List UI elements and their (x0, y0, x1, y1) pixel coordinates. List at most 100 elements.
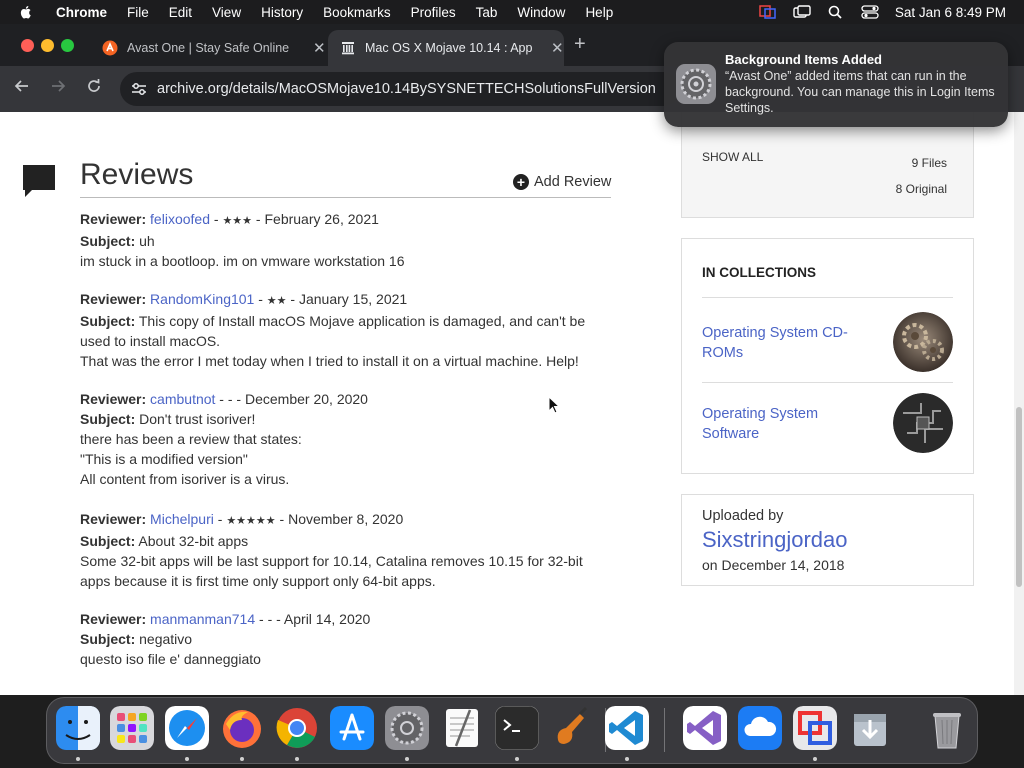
running-indicator (185, 757, 189, 761)
trash-icon[interactable] (925, 706, 969, 750)
tab-close-icon[interactable]: ✕ (551, 39, 564, 57)
terminal-icon[interactable] (495, 706, 539, 750)
menu-profiles[interactable]: Profiles (411, 5, 456, 20)
review-subject: Don't trust isoriver! (139, 411, 256, 427)
icloud-icon[interactable] (738, 706, 782, 750)
files-count: 9 Files (911, 156, 947, 170)
collections-panel: IN COLLECTIONS Operating System CD-ROMs … (681, 238, 974, 474)
subject-label: Subject: (80, 533, 136, 549)
files-original-count: 8 Original (895, 182, 947, 196)
screen-mirroring-icon[interactable] (793, 5, 811, 19)
collection-thumbnail-circuit[interactable] (893, 393, 953, 453)
parallels-status-icon[interactable] (759, 5, 777, 19)
forward-button[interactable] (50, 78, 66, 99)
scrollbar-thumb[interactable] (1016, 407, 1022, 587)
uploader-link[interactable]: Sixstringjordao (702, 527, 848, 553)
review-rating: - (267, 611, 273, 627)
menu-bar: Chrome File Edit View History Bookmarks … (0, 0, 1024, 24)
reload-icon (88, 79, 100, 92)
textedit-icon[interactable] (440, 706, 484, 750)
reviewer-link[interactable]: manmanman714 (150, 611, 255, 627)
menu-file[interactable]: File (127, 5, 149, 20)
parallels-icon[interactable] (793, 706, 837, 750)
finder-icon[interactable] (56, 706, 100, 750)
spotlight-search-icon[interactable] (827, 5, 845, 19)
avast-favicon-icon (102, 40, 118, 56)
review-subject: This copy of Install macOS Mojave applic… (80, 313, 586, 349)
review-body: questo iso file e' danneggiato (80, 651, 261, 667)
web-page: Reviews + Add Review Reviewer: felixoofe… (0, 112, 1014, 695)
reviewer-link[interactable]: cambutnot (150, 391, 215, 407)
reload-button[interactable] (86, 78, 102, 99)
review-body-line: "This is a modified version" (80, 451, 248, 467)
visual-studio-icon[interactable] (683, 706, 727, 750)
menu-edit[interactable]: Edit (169, 5, 192, 20)
menubar-clock[interactable]: Sat Jan 6 8:49 PM (895, 5, 1006, 20)
notification-body: “Avast One” added items that can run in … (725, 69, 995, 115)
menu-tab[interactable]: Tab (476, 5, 498, 20)
menu-help[interactable]: Help (585, 5, 613, 20)
download-files-panel: SHOW ALL 9 Files 8 Original (681, 112, 974, 218)
collections-heading: IN COLLECTIONS (702, 265, 816, 280)
firefox-icon[interactable] (220, 706, 264, 750)
forward-arrow-icon (52, 80, 66, 92)
background-items-notification[interactable]: Background Items Added “Avast One” added… (664, 42, 1008, 127)
add-review-label: Add Review (534, 174, 612, 190)
back-button[interactable] (14, 78, 30, 99)
review-item: Reviewer: Michelpuri - ★★★★★ - November … (80, 509, 620, 591)
dock-separator (664, 708, 665, 752)
review-body: im stuck in a bootloop. im on vmware wor… (80, 253, 405, 269)
divider (702, 382, 953, 383)
tab-title: Avast One | Stay Safe Online (127, 41, 290, 55)
tab-avast[interactable]: Avast One | Stay Safe Online ✕ (90, 30, 326, 66)
window-close-button[interactable] (21, 39, 34, 52)
review-item: Reviewer: manmanman714 - - - April 14, 2… (80, 609, 620, 669)
reviews-heading: Reviews (80, 158, 194, 191)
collection-link-software[interactable]: Operating System Software (702, 404, 872, 444)
review-rating: - (227, 391, 233, 407)
internet-archive-favicon-icon (342, 42, 354, 55)
system-settings-gear-icon (676, 64, 716, 104)
divider (702, 297, 953, 298)
page-scrollbar[interactable] (1014, 112, 1024, 695)
review-date: November 8, 2020 (288, 511, 404, 527)
add-review-button[interactable]: + Add Review (513, 174, 611, 190)
address-bar[interactable]: archive.org/details/MacOSMojave10.14BySY… (120, 72, 680, 106)
menu-history[interactable]: History (261, 5, 303, 20)
reviewer-link[interactable]: RandomKing101 (150, 291, 254, 307)
menu-bookmarks[interactable]: Bookmarks (323, 5, 391, 20)
running-indicator (76, 757, 80, 761)
collection-thumbnail-gears[interactable] (893, 312, 953, 372)
downloads-icon[interactable] (848, 706, 892, 750)
show-all-link[interactable]: SHOW ALL (702, 150, 763, 164)
apple-menu-icon[interactable] (18, 4, 34, 20)
launchpad-icon[interactable] (110, 706, 154, 750)
control-center-icon[interactable] (861, 5, 879, 19)
running-indicator (240, 757, 244, 761)
review-rating: ★★ (266, 295, 287, 307)
new-tab-button[interactable]: + (574, 33, 586, 56)
window-minimize-button[interactable] (41, 39, 54, 52)
collection-link-cdroms[interactable]: Operating System CD-ROMs (702, 323, 872, 363)
review-date: February 26, 2021 (264, 211, 379, 227)
app-store-icon[interactable] (330, 706, 374, 750)
reviewer-link[interactable]: Michelpuri (150, 511, 214, 527)
vscode-icon[interactable] (605, 706, 649, 750)
menu-app-name[interactable]: Chrome (56, 5, 107, 20)
reviewer-link[interactable]: felixoofed (150, 211, 210, 227)
chrome-icon[interactable] (275, 706, 319, 750)
window-zoom-button[interactable] (61, 39, 74, 52)
plus-circle-icon: + (513, 174, 529, 190)
tab-archive-mojave[interactable]: Mac OS X Mojave 10.14 : App ✕ (328, 30, 564, 66)
safari-icon[interactable] (165, 706, 209, 750)
review-item: Reviewer: cambutnot - - - December 20, 2… (80, 389, 620, 489)
running-indicator (295, 757, 299, 761)
menu-view[interactable]: View (212, 5, 241, 20)
site-info-icon[interactable] (130, 81, 148, 97)
reviewer-label: Reviewer: (80, 391, 147, 407)
system-settings-icon[interactable] (385, 706, 429, 750)
menu-window[interactable]: Window (517, 5, 565, 20)
address-url: archive.org/details/MacOSMojave10.14BySY… (157, 81, 656, 97)
tab-close-icon[interactable]: ✕ (313, 39, 326, 57)
garageband-icon[interactable] (550, 706, 594, 750)
